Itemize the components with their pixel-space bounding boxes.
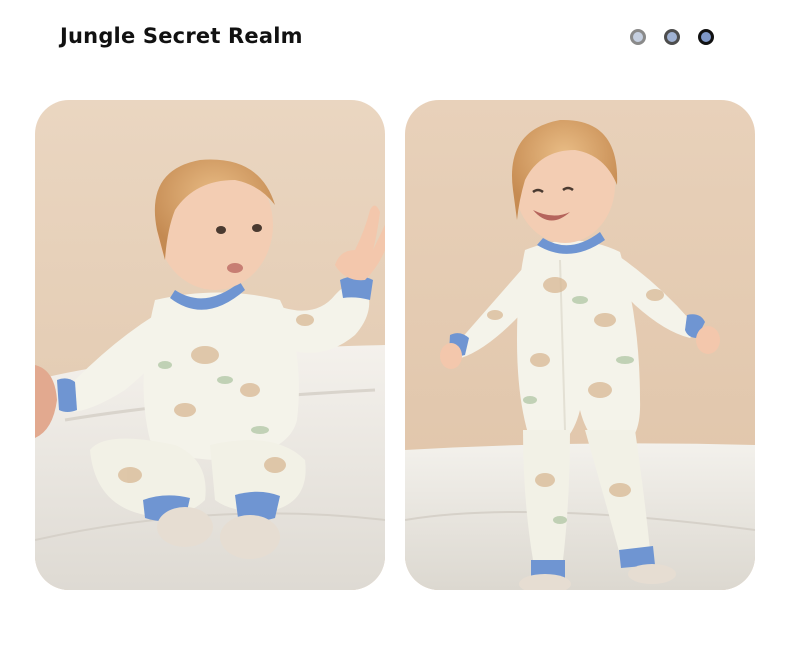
page-title: Jungle Secret Realm — [60, 24, 303, 48]
product-photo-standing — [405, 100, 755, 590]
pagination-dot-2[interactable] — [664, 29, 680, 45]
pagination-dot-3-active[interactable] — [698, 29, 714, 45]
product-photo-sitting — [35, 100, 385, 590]
carousel-pagination — [630, 29, 714, 45]
pagination-dot-1[interactable] — [630, 29, 646, 45]
